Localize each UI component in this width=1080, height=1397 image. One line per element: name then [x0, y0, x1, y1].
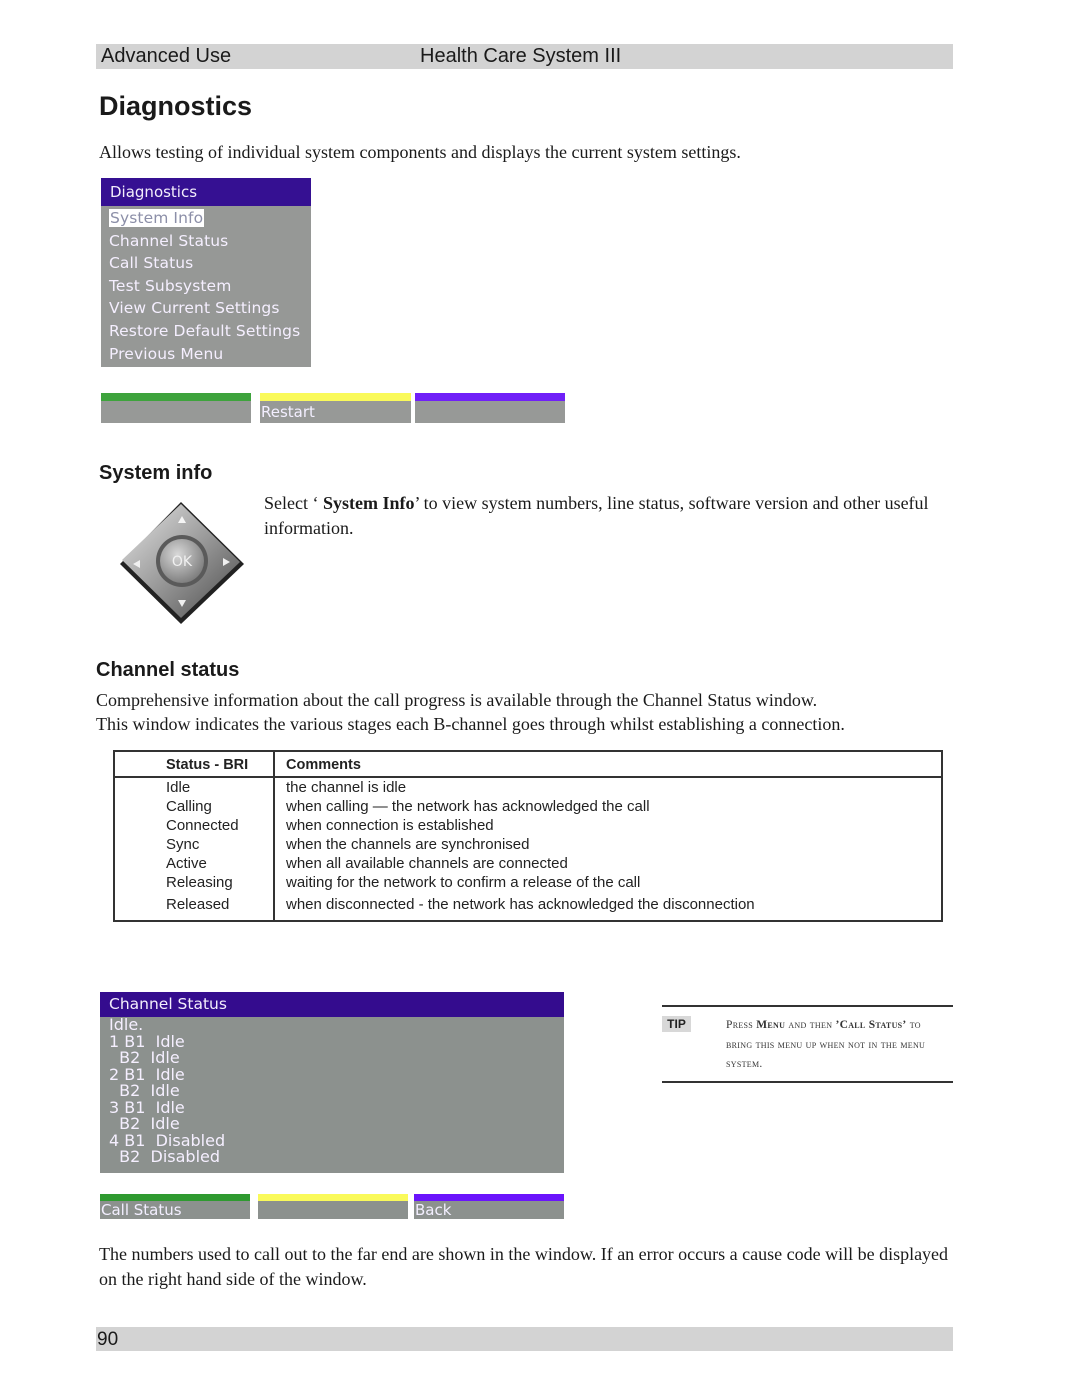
table-header-divider [115, 776, 941, 778]
table-row: when all available channels are connecte… [286, 855, 568, 872]
table-row: when calling — the network has acknowled… [286, 798, 650, 815]
table-header-status: Status - BRI [166, 757, 249, 773]
table-row: the channel is idle [286, 779, 407, 796]
tip-bottom-rule [662, 1081, 953, 1083]
table-row: Active [166, 855, 207, 872]
softkey-back-label: Back [414, 1201, 564, 1219]
softkey-green-strip [100, 1194, 250, 1201]
softkey-yellow-strip [258, 1194, 408, 1201]
channel-status-line: B2 Disabled [109, 1147, 221, 1166]
header-section: Advanced Use [101, 45, 232, 67]
status-table: Status - BRI Comments Idle the channel i… [113, 750, 943, 922]
menu-item-channel-status[interactable]: Channel Status [109, 230, 311, 253]
menu-item-test-subsystem[interactable]: Test Subsystem [109, 275, 311, 298]
softkey-call-status[interactable]: Call Status [100, 1194, 250, 1219]
softkey-call-status-label: Call Status [100, 1201, 250, 1219]
header-product: Health Care System III [420, 45, 622, 67]
page-title: Diagnostics [99, 91, 253, 121]
softkey-green-strip [101, 393, 251, 401]
table-row: when connection is established [286, 817, 494, 834]
table-row: Releasing [166, 874, 233, 891]
channel-status-window: Channel Status Idle. 1 B1 Idle B2 Idle 2… [100, 992, 564, 1173]
system-info-heading: System info [99, 462, 213, 484]
softkey-yellow[interactable] [258, 1194, 408, 1219]
menu-item-restore-default-settings[interactable]: Restore Default Settings [109, 320, 311, 343]
table-row: Released [166, 896, 230, 913]
tip-top-rule [662, 1005, 953, 1007]
table-row: waiting for the network to confirm a rel… [286, 874, 641, 891]
softkey-back[interactable]: Back [414, 1194, 564, 1219]
channel-status-para-1: Comprehensive information about the call… [96, 690, 818, 710]
diagnostics-menu-title: Diagnostics [101, 178, 311, 206]
menu-item-call-status[interactable]: Call Status [109, 252, 311, 275]
menu-item-previous-menu[interactable]: Previous Menu [109, 343, 311, 366]
ok-button-label: OK [172, 554, 193, 570]
channel-status-para-2: This window indicates the various stages… [96, 714, 845, 734]
menu-item-view-current-settings[interactable]: View Current Settings [109, 297, 311, 320]
diagnostics-menu: Diagnostics System Info Channel Status C… [101, 178, 311, 367]
footer-bar [96, 1327, 953, 1351]
tip-badge: TIP [662, 1016, 691, 1032]
softkey-green[interactable] [101, 393, 251, 423]
table-row: Sync [166, 836, 200, 853]
table-row: Idle [166, 779, 191, 796]
softkey-restart-label: Restart [260, 401, 411, 423]
table-row: Connected [166, 817, 239, 834]
table-row: when disconnected - the network has ackn… [286, 896, 755, 913]
diagnostics-menu-list: System Info Channel Status Call Status T… [101, 206, 311, 365]
menu-item-system-info[interactable]: System Info [109, 207, 311, 230]
softkey-blue[interactable] [415, 393, 565, 423]
channel-status-window-title: Channel Status [100, 992, 564, 1017]
softkey-yellow-strip [260, 393, 411, 401]
intro-text: Allows testing of individual system comp… [99, 142, 741, 162]
page-number: 90 [97, 1329, 119, 1350]
softkey-blue-strip [415, 393, 565, 401]
channel-status-heading: Channel status [96, 659, 240, 681]
system-info-keyword: System Info [322, 493, 415, 513]
table-row: when the channels are synchronised [286, 836, 530, 853]
closing-text: The numbers used to call out to the far … [99, 1244, 949, 1289]
tip-text: Press Menu and then ’Call Status’ to bri… [726, 1019, 926, 1070]
system-info-text: Select ‘ System Info’ to view system num… [264, 493, 929, 538]
table-header-comments: Comments [286, 757, 361, 773]
softkey-blue-strip [414, 1194, 564, 1201]
remote-navigation-pad-icon: OK [118, 498, 248, 628]
table-row: Calling [166, 798, 212, 815]
channel-status-lines: Idle. 1 B1 Idle B2 Idle 2 B1 Idle B2 Idl… [100, 1016, 564, 1166]
softkey-restart[interactable]: Restart [260, 393, 411, 423]
